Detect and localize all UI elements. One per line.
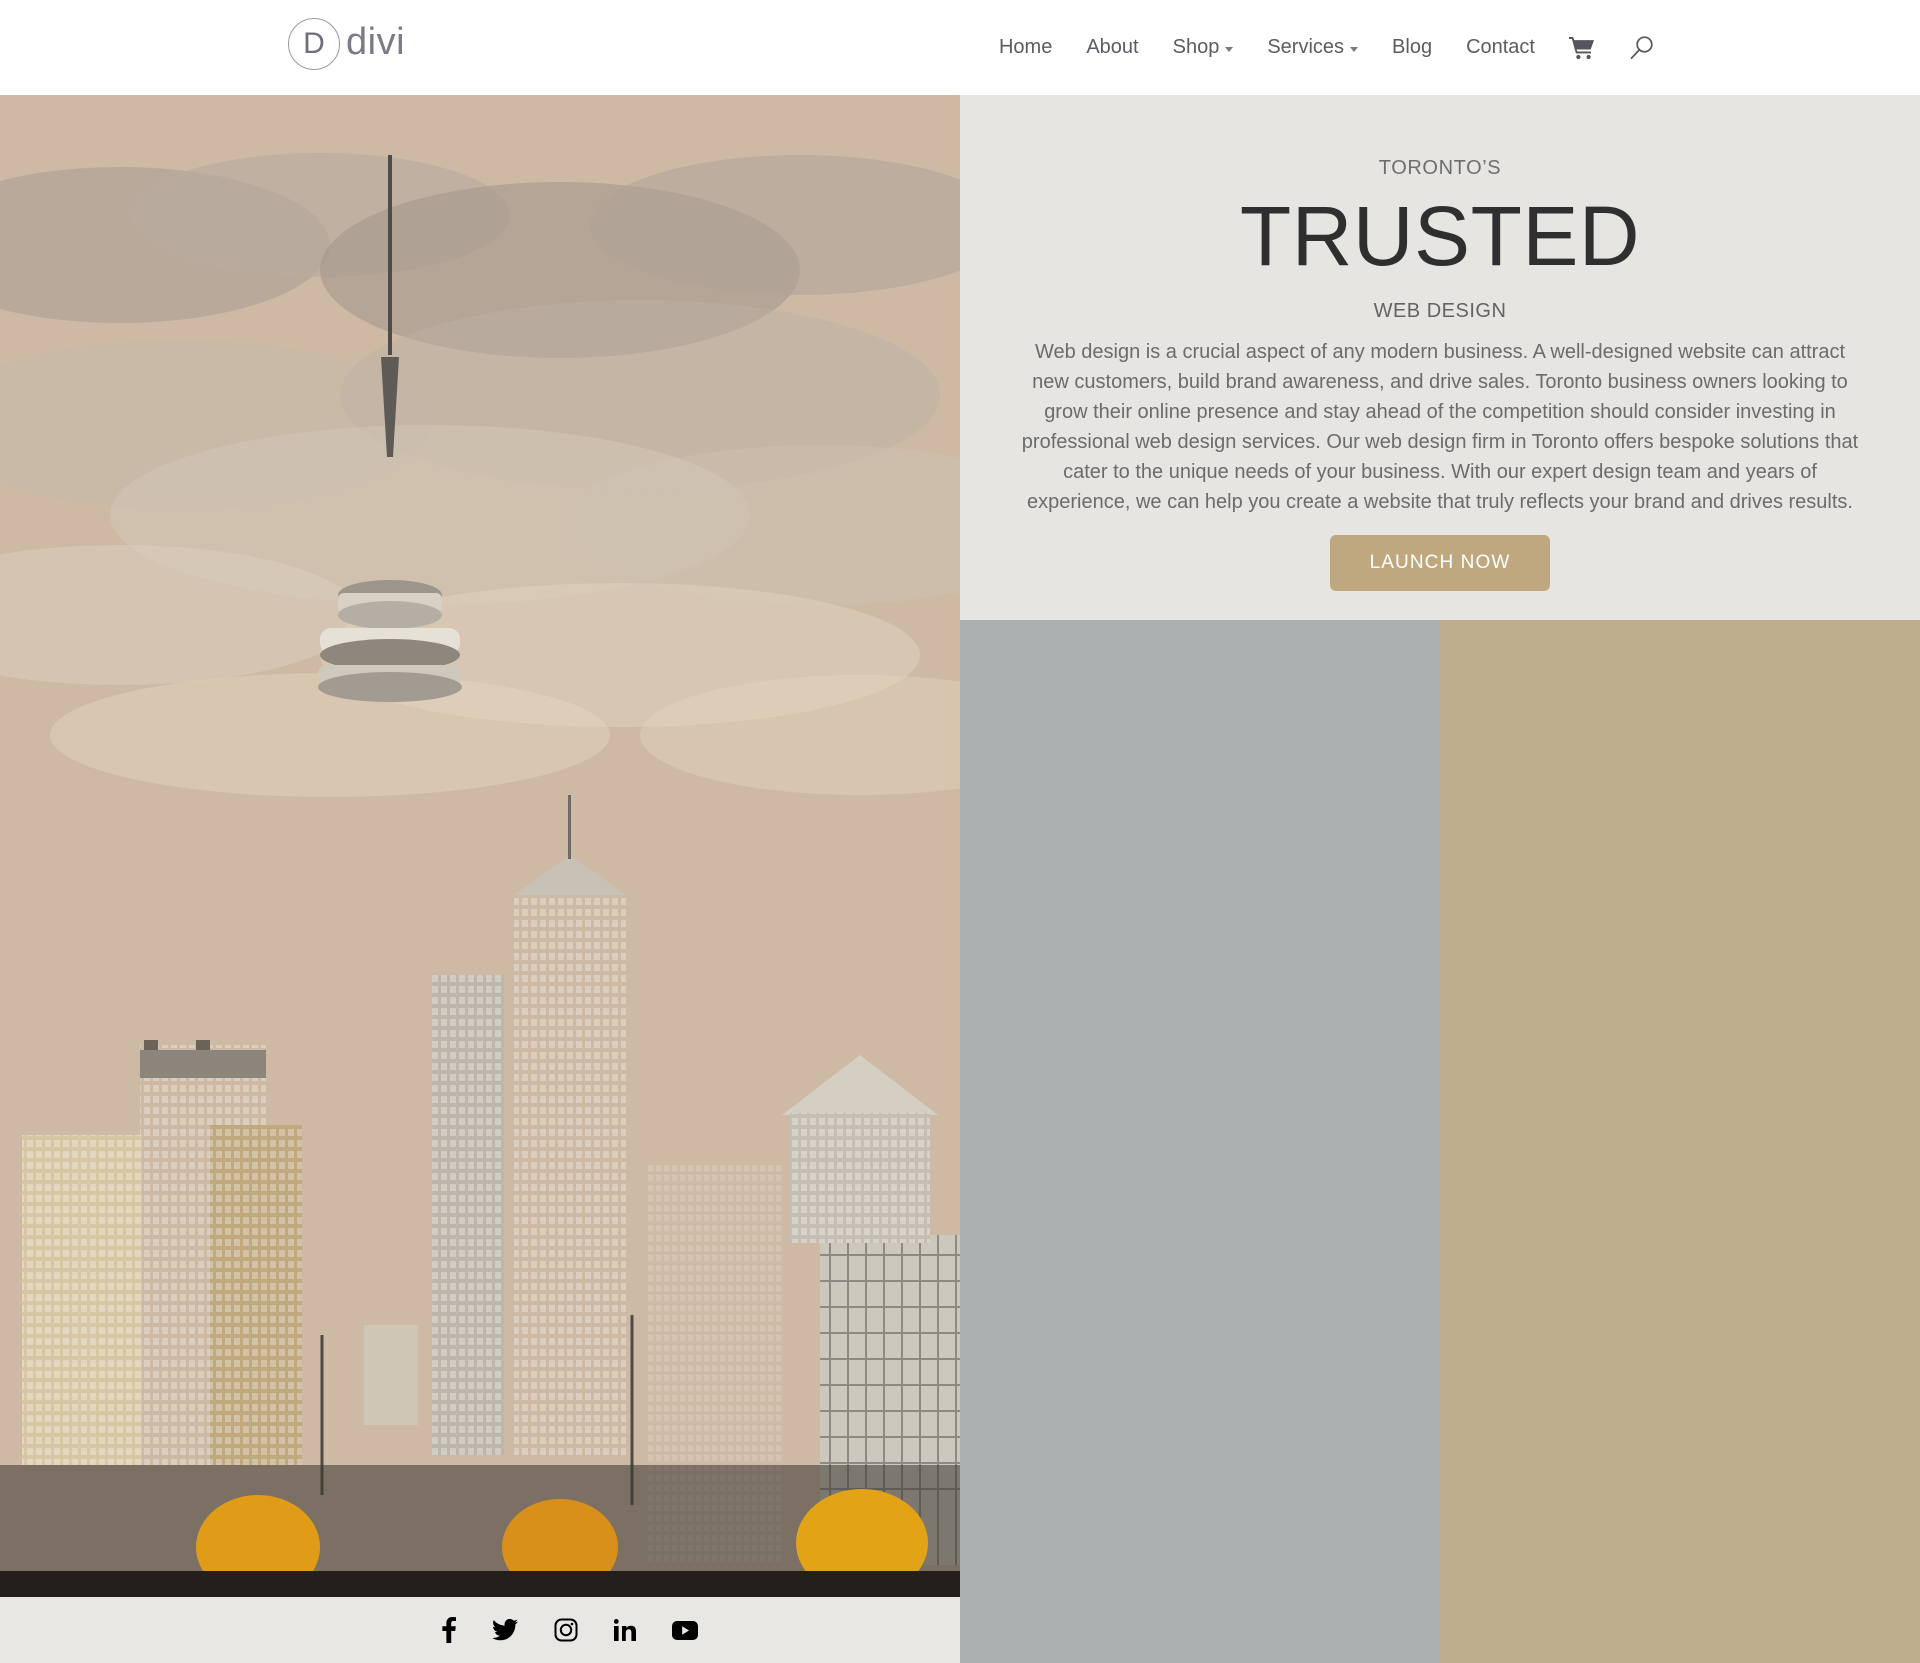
youtube-icon[interactable]	[672, 1620, 698, 1640]
nav-label: Blog	[1392, 36, 1433, 58]
color-block-tan	[1440, 620, 1920, 1663]
linkedin-icon[interactable]	[614, 1619, 636, 1641]
logo-mark-icon: D	[288, 18, 340, 70]
hero-image	[0, 95, 960, 1597]
chevron-down-icon	[1350, 46, 1359, 52]
nav-item-contact[interactable]: Contact	[1449, 36, 1552, 59]
site-header: D divi Home About Shop Services Blog Con…	[0, 0, 1920, 95]
logo-wordmark: divi	[346, 21, 406, 63]
nav-label: Shop	[1172, 36, 1220, 58]
social-links-bar	[0, 1597, 960, 1663]
nav-label: Contact	[1466, 36, 1535, 58]
nav-item-about[interactable]: About	[1069, 36, 1155, 59]
search-icon[interactable]	[1612, 35, 1672, 61]
primary-navigation: Home About Shop Services Blog Contact	[982, 0, 1672, 95]
nav-label: About	[1086, 36, 1139, 58]
color-block-gray	[960, 620, 1440, 1663]
hero-eyebrow: TORONTO’S	[1378, 157, 1502, 179]
hero-body-text: Web design is a crucial aspect of any mo…	[1021, 341, 1859, 513]
site-logo[interactable]: D divi	[288, 18, 405, 70]
hero-content-panel: TORONTO’S TRUSTED WEB DESIGN Web design …	[960, 95, 1920, 620]
instagram-icon[interactable]	[554, 1618, 578, 1642]
chevron-down-icon	[1225, 46, 1234, 52]
nav-label: Home	[998, 36, 1053, 58]
nav-item-shop[interactable]: Shop	[1156, 36, 1251, 59]
page-title: TRUSTED	[1239, 189, 1641, 283]
nav-item-blog[interactable]: Blog	[1375, 36, 1449, 59]
cart-icon[interactable]	[1552, 36, 1612, 60]
hero-subheading: WEB DESIGN	[1373, 300, 1507, 322]
launch-now-button[interactable]: LAUNCH NOW	[1329, 535, 1551, 591]
nav-item-home[interactable]: Home	[982, 36, 1069, 59]
facebook-icon[interactable]	[442, 1617, 456, 1643]
nav-item-services[interactable]: Services	[1250, 36, 1375, 59]
nav-label: Services	[1267, 36, 1345, 58]
twitter-icon[interactable]	[492, 1619, 518, 1641]
